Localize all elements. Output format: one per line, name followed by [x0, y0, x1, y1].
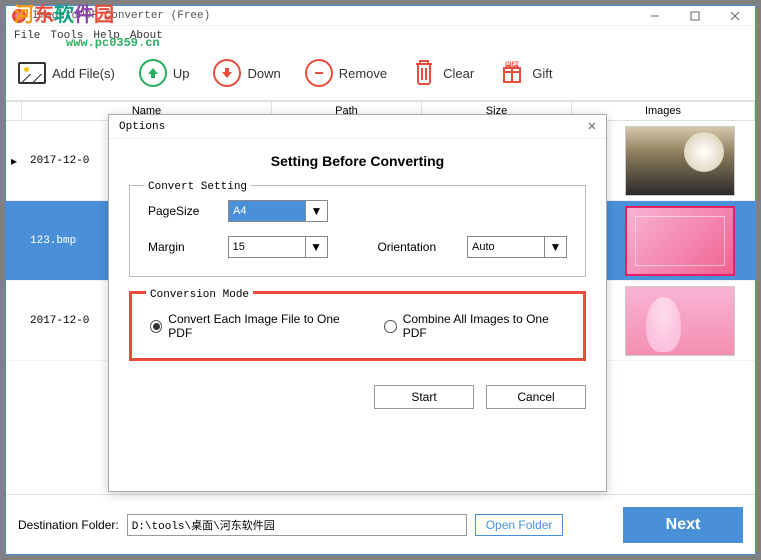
thumbnail [625, 126, 735, 196]
destination-label: Destination Folder: [18, 518, 119, 532]
dialog-heading: Setting Before Converting [129, 153, 586, 169]
destination-input[interactable] [127, 514, 467, 536]
pagesize-value[interactable] [228, 200, 306, 222]
minimize-button[interactable] [635, 6, 675, 26]
thumbnail [625, 286, 735, 356]
orientation-label: Orientation [377, 240, 457, 254]
chevron-down-icon[interactable]: ▼ [306, 236, 328, 258]
conversion-mode-group: Conversion Mode Convert Each Image File … [129, 291, 586, 361]
image-icon [18, 62, 46, 84]
convert-setting-group: Convert Setting PageSize ▼ Margin ▼ Or [129, 185, 586, 277]
add-files-button[interactable]: Add File(s) [18, 62, 115, 84]
pagesize-combo[interactable]: ▼ [228, 200, 328, 222]
radio-combine-label: Combine All Images to One PDF [403, 312, 565, 340]
gift-button[interactable]: GIFT Gift [498, 58, 552, 89]
minus-icon [305, 59, 333, 87]
conversion-mode-legend: Conversion Mode [146, 289, 253, 301]
close-button[interactable] [715, 6, 755, 26]
start-button[interactable]: Start [374, 385, 474, 409]
orientation-combo[interactable]: ▼ [467, 236, 567, 258]
window-title: ImagetoPDF Converter (Free) [32, 10, 210, 22]
cell-name: 123.bmp [22, 235, 112, 247]
options-dialog: Options ✕ Setting Before Converting Conv… [108, 114, 607, 492]
gift-label: Gift [532, 66, 552, 81]
cell-name: 2017-12-0 [22, 155, 112, 167]
main-window: ImagetoPDF Converter (Free) 河东软件园 www.pc… [5, 5, 756, 555]
radio-icon [150, 320, 162, 333]
gift-icon: GIFT [498, 58, 526, 89]
down-label: Down [247, 66, 280, 81]
clear-label: Clear [443, 66, 474, 81]
arrow-down-icon [213, 59, 241, 87]
radio-each-label: Convert Each Image File to One PDF [168, 312, 354, 340]
current-row-marker: ▸ [6, 154, 22, 168]
up-button[interactable]: Up [139, 59, 190, 87]
radio-each-pdf[interactable]: Convert Each Image File to One PDF [150, 312, 354, 340]
dialog-close-button[interactable]: ✕ [588, 118, 596, 135]
titlebar: ImagetoPDF Converter (Free) [6, 6, 755, 26]
watermark-url: www.pc0359.cn [66, 36, 160, 50]
toolbar: Add File(s) Up Down Remove Clear GIFT Gi… [6, 46, 755, 101]
trash-icon [411, 58, 437, 89]
orientation-value[interactable] [467, 236, 545, 258]
pagesize-label: PageSize [148, 204, 218, 218]
down-button[interactable]: Down [213, 59, 280, 87]
cell-name: 2017-12-0 [22, 315, 112, 327]
footer: Destination Folder: Open Folder Next [6, 494, 755, 554]
app-icon [12, 9, 26, 23]
up-label: Up [173, 66, 190, 81]
convert-setting-legend: Convert Setting [144, 181, 251, 193]
add-files-label: Add File(s) [52, 66, 115, 81]
margin-label: Margin [148, 240, 218, 254]
maximize-button[interactable] [675, 6, 715, 26]
clear-button[interactable]: Clear [411, 58, 474, 89]
margin-combo[interactable]: ▼ [228, 236, 328, 258]
cancel-button[interactable]: Cancel [486, 385, 586, 409]
arrow-up-icon [139, 59, 167, 87]
radio-combine-pdf[interactable]: Combine All Images to One PDF [384, 312, 565, 340]
chevron-down-icon[interactable]: ▼ [306, 200, 328, 222]
radio-icon [384, 320, 396, 333]
next-button[interactable]: Next [623, 507, 743, 543]
dialog-titlebar: Options ✕ [109, 115, 606, 139]
chevron-down-icon[interactable]: ▼ [545, 236, 567, 258]
remove-label: Remove [339, 66, 387, 81]
menu-file[interactable]: File [14, 30, 40, 42]
margin-value[interactable] [228, 236, 306, 258]
thumbnail [625, 206, 735, 276]
remove-button[interactable]: Remove [305, 59, 387, 87]
dialog-title: Options [119, 121, 165, 133]
open-folder-button[interactable]: Open Folder [475, 514, 564, 536]
